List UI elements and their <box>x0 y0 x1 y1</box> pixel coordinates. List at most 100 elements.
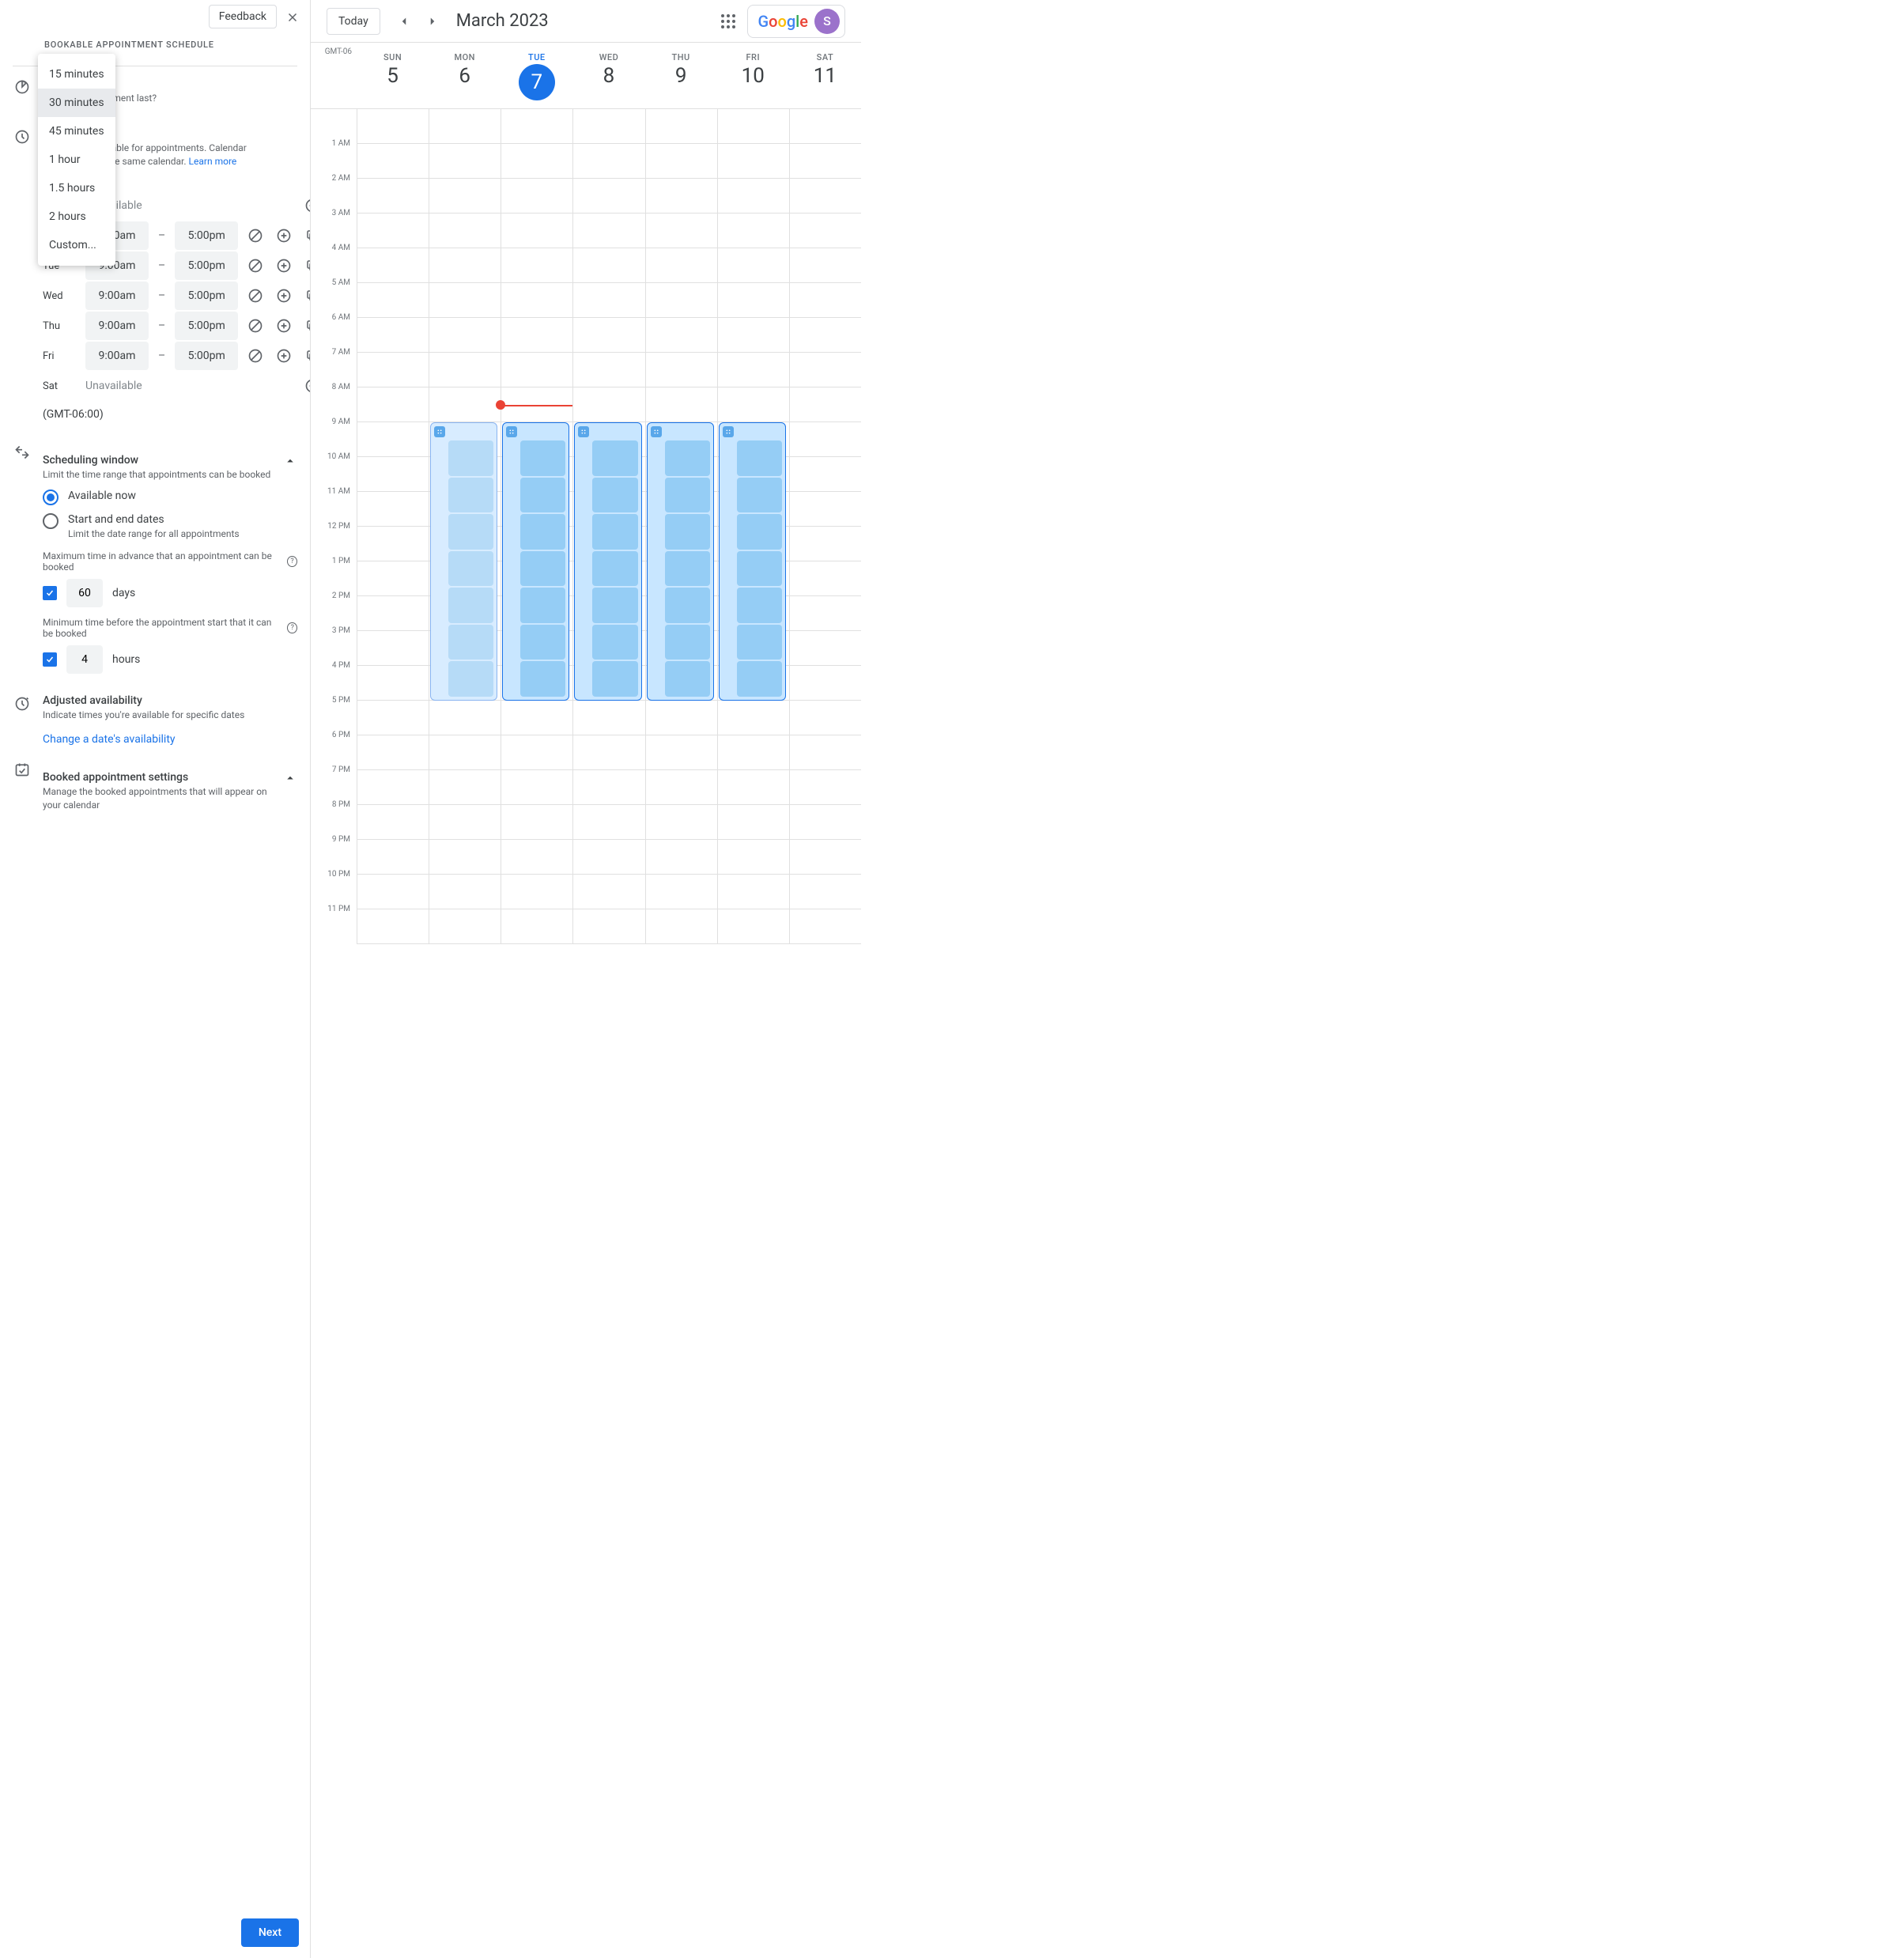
now-dot <box>496 400 505 410</box>
max-advance-checkbox[interactable] <box>43 586 57 600</box>
drag-icon <box>578 426 589 437</box>
duration-icon <box>13 77 32 105</box>
month-label: March 2023 <box>456 11 549 31</box>
hour-label: 9 AM <box>311 418 357 452</box>
hour-label: 3 PM <box>311 626 357 661</box>
appointment-block[interactable] <box>574 422 641 701</box>
day-header[interactable]: FRI10 <box>717 43 789 108</box>
max-advance-input[interactable] <box>66 579 103 607</box>
add-time-icon[interactable] <box>273 255 295 277</box>
unavailable-icon[interactable] <box>244 255 266 277</box>
hour-label: 9 PM <box>311 835 357 870</box>
add-time-icon[interactable] <box>273 285 295 307</box>
day-header[interactable]: SAT11 <box>789 43 861 108</box>
google-logo: Google <box>757 12 808 31</box>
help-icon[interactable]: ? <box>287 622 297 633</box>
duration-option[interactable]: 30 minutes <box>38 89 115 117</box>
availability-row: Wed– <box>43 283 310 308</box>
hour-label: 3 AM <box>311 209 357 244</box>
radio-start-end[interactable]: Start and end dates Limit the date range… <box>43 513 297 541</box>
duration-option[interactable]: 1 hour <box>38 146 115 174</box>
copy-icon[interactable] <box>301 225 310 247</box>
unavailable-text: Unavailable <box>85 380 295 392</box>
duration-dropdown: 15 minutes30 minutes45 minutes1 hour1.5 … <box>38 54 115 266</box>
add-time-icon[interactable] <box>301 195 310 217</box>
duration-option[interactable]: 45 minutes <box>38 117 115 146</box>
end-time-input[interactable] <box>175 221 238 250</box>
appointment-block[interactable] <box>430 422 497 701</box>
scheduling-window-icon <box>13 443 32 680</box>
chevron-up-icon[interactable] <box>283 771 297 788</box>
day-label: Sat <box>43 380 79 392</box>
add-time-icon[interactable] <box>273 315 295 337</box>
learn-more-link[interactable]: Learn more <box>189 156 237 167</box>
appointment-block[interactable] <box>719 422 786 701</box>
unavailable-icon[interactable] <box>244 225 266 247</box>
day-header[interactable]: THU9 <box>645 43 717 108</box>
min-before-checkbox[interactable] <box>43 652 57 667</box>
help-icon[interactable]: ? <box>287 556 297 567</box>
apps-grid-icon[interactable] <box>719 12 738 31</box>
hour-label: 7 PM <box>311 765 357 800</box>
end-time-input[interactable] <box>175 251 238 280</box>
start-time-input[interactable] <box>85 342 149 370</box>
now-indicator <box>501 405 572 406</box>
next-button[interactable]: Next <box>241 1918 299 1947</box>
day-column[interactable] <box>789 109 861 944</box>
add-time-icon[interactable] <box>301 375 310 397</box>
appointment-block[interactable] <box>647 422 714 701</box>
today-button[interactable]: Today <box>327 8 380 35</box>
radio-available-now[interactable]: Available now <box>43 489 297 505</box>
duration-option[interactable]: 2 hours <box>38 202 115 231</box>
hour-label: 12 PM <box>311 522 357 557</box>
change-date-link[interactable]: Change a date's availability <box>43 733 297 746</box>
add-time-icon[interactable] <box>273 345 295 367</box>
day-header[interactable]: SUN5 <box>357 43 429 108</box>
duration-option[interactable]: 15 minutes <box>38 60 115 89</box>
hour-label: 4 AM <box>311 244 357 278</box>
hour-label: 4 PM <box>311 661 357 696</box>
unavailable-icon[interactable] <box>244 285 266 307</box>
day-label: Wed <box>43 290 79 302</box>
start-time-input[interactable] <box>85 282 149 310</box>
prev-week-button[interactable] <box>391 9 417 34</box>
end-time-input[interactable] <box>175 282 238 310</box>
scheduling-window-sub: Limit the time range that appointments c… <box>43 468 270 482</box>
scheduling-window-heading: Scheduling window <box>43 454 270 467</box>
hour-label: 11 PM <box>311 905 357 939</box>
timezone-label[interactable]: (GMT-06:00) <box>43 408 310 421</box>
day-header[interactable]: TUE7 <box>501 43 572 108</box>
min-before-input[interactable] <box>66 645 103 674</box>
unavailable-icon[interactable] <box>244 315 266 337</box>
duration-option[interactable]: 1.5 hours <box>38 174 115 202</box>
availability-row: Fri– <box>43 343 310 369</box>
unavailable-icon[interactable] <box>244 345 266 367</box>
max-advance-unit: days <box>112 587 135 599</box>
start-time-input[interactable] <box>85 312 149 340</box>
end-time-input[interactable] <box>175 342 238 370</box>
day-header[interactable]: MON6 <box>429 43 501 108</box>
appointment-block[interactable] <box>502 422 569 701</box>
next-week-button[interactable] <box>420 9 445 34</box>
close-icon[interactable] <box>280 5 305 30</box>
calendar-view: Today March 2023 Google S <box>311 0 861 1958</box>
day-header[interactable]: WED8 <box>572 43 644 108</box>
hour-label: 1 AM <box>311 139 357 174</box>
end-time-input[interactable] <box>175 312 238 340</box>
hour-label: 2 AM <box>311 174 357 209</box>
copy-icon[interactable] <box>301 345 310 367</box>
copy-icon[interactable] <box>301 255 310 277</box>
copy-icon[interactable] <box>301 285 310 307</box>
chevron-up-icon[interactable] <box>283 454 297 471</box>
booked-sub: Manage the booked appointments that will… <box>43 785 283 812</box>
google-account-button[interactable]: Google S <box>747 5 845 38</box>
add-time-icon[interactable] <box>273 225 295 247</box>
day-column[interactable] <box>357 109 429 944</box>
avatar[interactable]: S <box>814 9 840 34</box>
duration-option[interactable]: Custom... <box>38 231 115 259</box>
feedback-button[interactable]: Feedback <box>209 5 277 28</box>
day-label: Fri <box>43 350 79 362</box>
hour-label: 5 AM <box>311 278 357 313</box>
copy-icon[interactable] <box>301 315 310 337</box>
hour-label: 10 AM <box>311 452 357 487</box>
